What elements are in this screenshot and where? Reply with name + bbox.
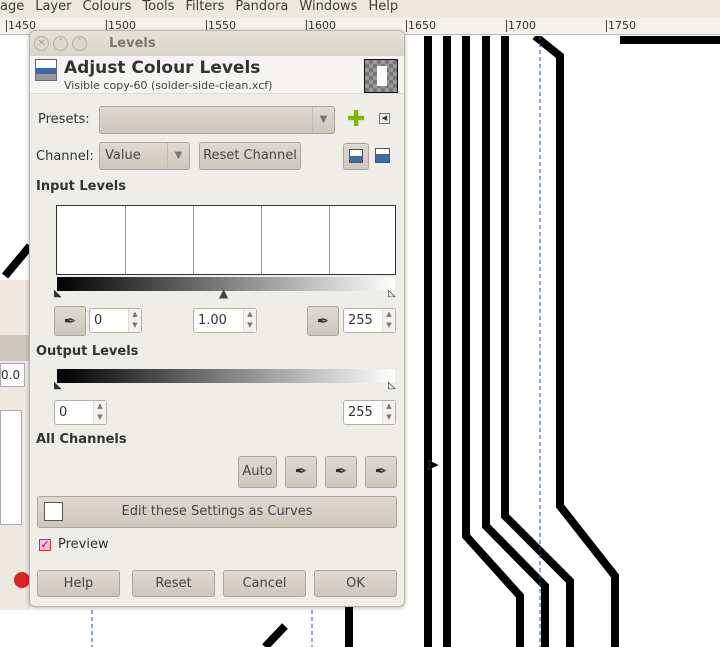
maximize-icon[interactable]: ˄: [72, 36, 87, 51]
channel-value: Value: [105, 148, 141, 163]
log-histogram-icon[interactable]: [375, 148, 390, 163]
ruler-label: 1750: [606, 19, 636, 32]
input-white-handle[interactable]: ◺: [388, 289, 396, 299]
edit-as-curves-label: Edit these Settings as Curves: [121, 504, 313, 519]
output-low-field[interactable]: 0 ▲ ▼: [54, 400, 107, 425]
white-picker-icon[interactable]: ✒: [365, 456, 397, 488]
gray-picker-icon[interactable]: ✒: [325, 456, 357, 488]
dialog-header: Adjust Colour Levels Visible copy-60 (so…: [30, 56, 404, 94]
ruler-label: 1700: [506, 19, 536, 32]
all-channels-heading: All Channels: [36, 432, 127, 447]
input-gamma-handle[interactable]: ▲: [219, 287, 228, 299]
preview-checkbox[interactable]: ✓: [39, 539, 51, 551]
dialog-title: Adjust Colour Levels: [64, 58, 261, 78]
menu-tools[interactable]: Tools: [142, 0, 174, 18]
spin-arrows[interactable]: ▲ ▼: [382, 401, 395, 424]
spin-arrows[interactable]: ▲ ▼: [382, 309, 395, 332]
close-icon[interactable]: ×: [34, 36, 49, 51]
output-levels-heading: Output Levels: [36, 344, 139, 359]
panel-dropdown: [0, 335, 30, 361]
black-point-picker-icon[interactable]: ✒: [54, 306, 86, 336]
reset-channel-button[interactable]: Reset Channel: [199, 142, 301, 170]
edit-as-curves-button[interactable]: Edit these Settings as Curves: [37, 496, 397, 528]
ok-button[interactable]: OK: [314, 570, 397, 597]
spin-arrows[interactable]: ▲ ▼: [128, 309, 141, 332]
reset-button[interactable]: Reset: [132, 570, 215, 597]
panel-list[interactable]: [0, 410, 22, 525]
ruler-label: 1650: [406, 19, 436, 32]
cancel-button[interactable]: Cancel: [223, 570, 306, 597]
window-title: Levels: [109, 36, 156, 51]
menu-colours[interactable]: Colours: [82, 0, 131, 18]
partial-panel: 0.0: [0, 280, 30, 610]
input-high-value: 255: [348, 313, 373, 328]
titlebar[interactable]: × ˅ ˄ Levels: [30, 31, 404, 56]
menu-image[interactable]: age: [0, 0, 24, 18]
mouse-cursor-icon: ➤: [426, 455, 440, 474]
preset-menu-icon[interactable]: ◀: [379, 113, 390, 124]
input-gamma-field[interactable]: 1.00 ▲ ▼: [193, 308, 257, 333]
spin-arrows[interactable]: ▲ ▼: [93, 401, 106, 424]
menu-windows[interactable]: Windows: [299, 0, 357, 18]
output-gradient: [57, 369, 395, 383]
black-picker-icon[interactable]: ✒: [285, 456, 317, 488]
menu-help[interactable]: Help: [368, 0, 398, 18]
presets-dropdown[interactable]: ▼: [99, 106, 335, 134]
input-gamma-value: 1.00: [198, 313, 227, 328]
input-levels-heading: Input Levels: [36, 179, 126, 194]
input-low-field[interactable]: 0 ▲ ▼: [89, 308, 142, 333]
linear-histogram-icon[interactable]: [343, 143, 369, 170]
output-black-handle[interactable]: ◣: [54, 381, 62, 391]
dialog-subtitle: Visible copy-60 (solder-side-clean.xcf): [64, 79, 273, 92]
presets-label: Presets:: [38, 112, 90, 127]
menu-layer[interactable]: Layer: [35, 0, 71, 18]
curves-icon: [44, 502, 63, 521]
output-low-value: 0: [59, 405, 68, 420]
menu-filters[interactable]: Filters: [185, 0, 224, 18]
levels-dialog: × ˅ ˄ Levels Adjust Colour Levels Visibl…: [29, 30, 405, 607]
menu-pandora[interactable]: Pandora: [235, 0, 288, 18]
chevron-down-icon: ▼: [167, 143, 189, 169]
stop-icon[interactable]: [14, 572, 30, 588]
channel-dropdown[interactable]: Value ▼: [99, 142, 190, 170]
spin-arrows[interactable]: ▲ ▼: [243, 309, 256, 332]
output-high-value: 255: [348, 405, 373, 420]
panel-value[interactable]: 0.0: [0, 363, 25, 387]
add-preset-icon[interactable]: ✚: [347, 109, 365, 131]
channel-label: Channel:: [36, 149, 94, 164]
chevron-down-icon: ▼: [312, 107, 334, 133]
histogram: [56, 205, 396, 275]
white-point-picker-icon[interactable]: ✒: [307, 306, 339, 336]
input-low-value: 0: [94, 313, 103, 328]
layer-thumbnail: [364, 59, 398, 93]
output-high-field[interactable]: 255 ▲ ▼: [343, 400, 396, 425]
output-white-handle[interactable]: ◺: [388, 381, 396, 391]
preview-label: Preview: [58, 537, 109, 552]
help-button[interactable]: Help: [37, 570, 120, 597]
minimize-icon[interactable]: ˅: [53, 36, 68, 51]
input-high-field[interactable]: 255 ▲ ▼: [343, 308, 396, 333]
input-black-handle[interactable]: ◣: [54, 289, 62, 299]
auto-button[interactable]: Auto: [238, 456, 277, 488]
menubar: age Layer Colours Tools Filters Pandora …: [0, 0, 720, 18]
levels-icon: [35, 59, 57, 81]
